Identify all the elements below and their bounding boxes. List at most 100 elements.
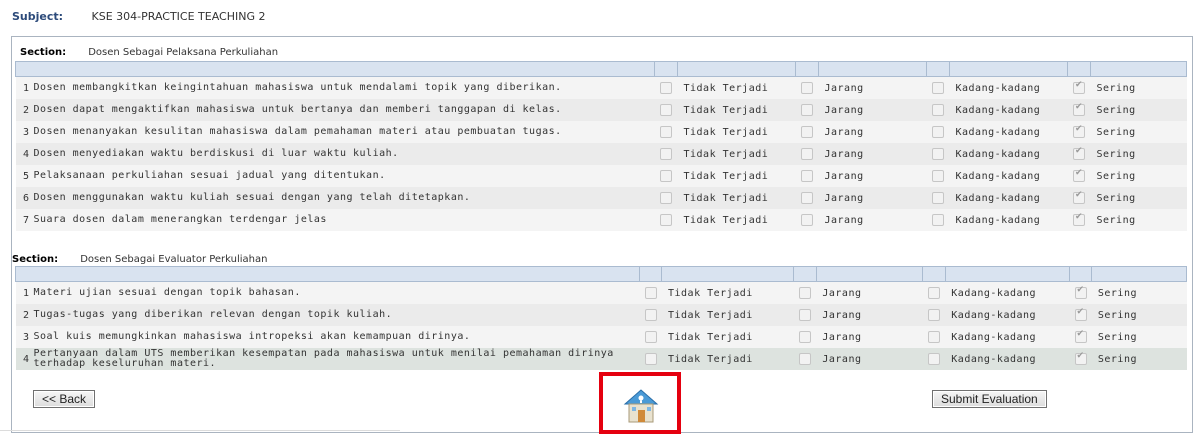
option-checkbox[interactable] xyxy=(660,82,672,94)
option-checkbox[interactable] xyxy=(932,148,944,160)
option-checkbox[interactable] xyxy=(801,126,813,138)
option-label: Kadang-kadang xyxy=(949,121,1068,143)
question-cell: 3 Dosen menanyakan kesulitan mahasiswa da… xyxy=(15,121,655,143)
home-icon[interactable] xyxy=(621,386,661,430)
option-checkbox[interactable] xyxy=(932,214,944,226)
question-cell: 4 Pertanyaan dalam UTS memberikan kesempa… xyxy=(15,348,640,370)
option-checkbox[interactable] xyxy=(801,148,813,160)
checkbox-cell xyxy=(654,143,678,165)
checkbox-cell xyxy=(1069,281,1092,304)
option-checkbox[interactable] xyxy=(1073,124,1085,138)
back-button[interactable]: << Back xyxy=(33,390,96,408)
option-label: Jarang xyxy=(818,76,927,99)
option-checkbox[interactable] xyxy=(1073,102,1085,116)
checkbox-cell xyxy=(795,209,819,231)
option-label: Jarang xyxy=(818,165,927,187)
question-text: Suara dosen dalam menerangkan terdengar … xyxy=(33,214,327,225)
table-header-row xyxy=(15,266,1187,282)
option-checkbox[interactable] xyxy=(932,170,944,182)
question-cell: 6 Dosen menggunakan waktu kuliah sesuai d… xyxy=(15,187,655,209)
option-label: Tidak Terjadi xyxy=(661,326,794,348)
option-checkbox[interactable] xyxy=(801,104,813,116)
option-label: Jarang xyxy=(818,209,927,231)
checkbox-cell xyxy=(639,281,662,304)
option-label: Tidak Terjadi xyxy=(661,348,794,370)
option-checkbox[interactable] xyxy=(801,170,813,182)
option-label: Jarang xyxy=(816,304,923,326)
option-checkbox[interactable] xyxy=(927,331,940,343)
option-checkbox[interactable] xyxy=(799,309,812,321)
table-row: 2 Dosen dapat mengaktifkan mahasiswa untu… xyxy=(15,99,1187,121)
question-cell: 1 Materi ujian sesuai dengan topik bahasa… xyxy=(15,281,640,304)
option-checkbox[interactable] xyxy=(927,309,940,321)
header-cell xyxy=(1091,266,1187,282)
option-label: Tidak Terjadi xyxy=(661,281,794,304)
question-cell: 7 Suara dosen dalam menerangkan terdengar… xyxy=(15,209,655,231)
option-label: Sering xyxy=(1091,304,1187,326)
header-cell xyxy=(15,266,640,282)
option-checkbox[interactable] xyxy=(1073,80,1085,94)
question-cell: 5 Pelaksanaan perkuliahan sesuai jadual y… xyxy=(15,165,655,187)
question-text: Dosen menanyakan kesulitan mahasiswa dal… xyxy=(33,126,562,137)
option-checkbox[interactable] xyxy=(1073,146,1085,160)
option-checkbox[interactable] xyxy=(1074,285,1087,299)
option-checkbox[interactable] xyxy=(1073,212,1085,226)
checkbox-cell xyxy=(795,165,819,187)
option-checkbox[interactable] xyxy=(1073,190,1085,204)
table-row: 7 Suara dosen dalam menerangkan terdengar… xyxy=(15,209,1187,231)
option-checkbox[interactable] xyxy=(927,353,940,365)
option-checkbox[interactable] xyxy=(644,331,657,343)
checkbox-cell xyxy=(1067,121,1091,143)
header-cell xyxy=(926,61,950,77)
submit-evaluation-button[interactable]: Submit Evaluation xyxy=(932,390,1047,408)
option-checkbox[interactable] xyxy=(801,214,813,226)
checkbox-cell xyxy=(795,99,819,121)
question-number: 4 xyxy=(22,353,30,365)
option-label: Jarang xyxy=(816,348,923,370)
option-checkbox[interactable] xyxy=(801,82,813,94)
option-checkbox[interactable] xyxy=(660,126,672,138)
header-cell xyxy=(15,61,655,77)
option-label: Kadang-kadang xyxy=(949,187,1068,209)
option-checkbox[interactable] xyxy=(799,353,812,365)
checkbox-cell xyxy=(922,326,946,348)
question-number: 4 xyxy=(22,148,30,160)
option-checkbox[interactable] xyxy=(932,126,944,138)
option-checkbox[interactable] xyxy=(660,148,672,160)
option-checkbox[interactable] xyxy=(801,192,813,204)
option-label: Kadang-kadang xyxy=(949,209,1068,231)
checkbox-cell xyxy=(654,76,678,99)
option-checkbox[interactable] xyxy=(660,214,672,226)
option-checkbox[interactable] xyxy=(644,309,657,321)
option-checkbox[interactable] xyxy=(932,82,944,94)
header-cell xyxy=(1068,266,1093,282)
option-checkbox[interactable] xyxy=(644,353,657,365)
question-text: Soal kuis memungkinkan mahasiswa intrope… xyxy=(33,331,471,342)
checkbox-cell xyxy=(795,187,819,209)
option-checkbox[interactable] xyxy=(1074,351,1087,365)
option-checkbox[interactable] xyxy=(932,104,944,116)
question-number: 5 xyxy=(22,170,30,182)
checkbox-cell xyxy=(926,143,950,165)
question-number: 7 xyxy=(22,214,30,226)
option-checkbox[interactable] xyxy=(644,287,657,299)
option-checkbox[interactable] xyxy=(799,287,812,299)
header-cell xyxy=(795,61,819,77)
option-label: Kadang-kadang xyxy=(945,304,1070,326)
question-number: 2 xyxy=(22,309,30,321)
subject-row: Subject: KSE 304-PRACTICE TEACHING 2 xyxy=(12,10,266,23)
option-checkbox[interactable] xyxy=(1073,168,1085,182)
option-label: Sering xyxy=(1091,326,1187,348)
option-checkbox[interactable] xyxy=(1074,307,1087,321)
table-row: 5 Pelaksanaan perkuliahan sesuai jadual y… xyxy=(15,165,1187,187)
option-label: Sering xyxy=(1090,76,1187,99)
option-checkbox[interactable] xyxy=(1074,329,1087,343)
option-checkbox[interactable] xyxy=(799,331,812,343)
option-checkbox[interactable] xyxy=(932,192,944,204)
option-checkbox[interactable] xyxy=(660,170,672,182)
header-cell xyxy=(949,61,1068,77)
option-checkbox[interactable] xyxy=(660,104,672,116)
option-checkbox[interactable] xyxy=(660,192,672,204)
option-checkbox[interactable] xyxy=(927,287,940,299)
checkbox-cell xyxy=(926,209,950,231)
